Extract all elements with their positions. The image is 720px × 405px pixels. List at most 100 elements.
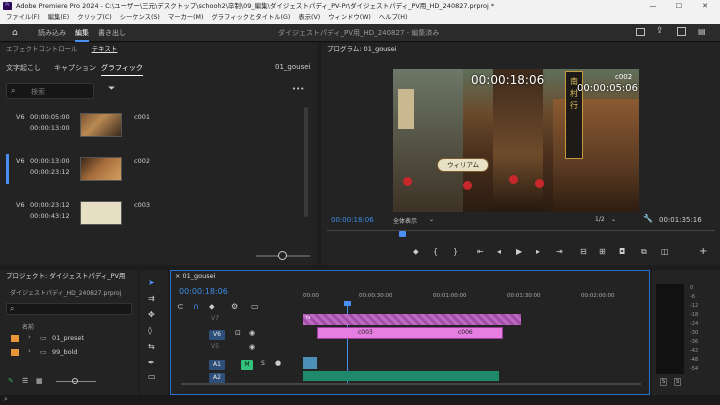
vr-icon[interactable]: ◫ — [661, 247, 669, 256]
subtab-graphics[interactable]: グラフィック — [101, 63, 143, 76]
progress-icon[interactable]: ▤ — [698, 27, 706, 36]
microphone-icon[interactable]: ● — [275, 359, 281, 367]
selection-tool-icon[interactable]: ➤ — [148, 278, 155, 287]
solo-button[interactable]: S — [261, 360, 265, 367]
slider-handle[interactable] — [72, 378, 78, 384]
subtab-transcript[interactable]: 文字起こし — [6, 63, 41, 73]
play-icon[interactable]: ▶ — [516, 247, 522, 256]
list-item[interactable]: V6 00:00:13:00 00:00:23:12 c002 — [0, 153, 300, 187]
tab-text[interactable]: テキスト — [92, 45, 118, 53]
column-name[interactable]: 名前 — [22, 322, 34, 331]
search-input[interactable]: ⌕ 検索 — [6, 83, 94, 99]
list-item[interactable]: › ▭ 01_preset — [6, 333, 126, 345]
home-icon[interactable]: ⌂ — [12, 28, 18, 38]
workspace-icon[interactable] — [636, 28, 645, 36]
step-forward-icon[interactable]: ▸ — [536, 247, 540, 256]
playhead[interactable] — [344, 301, 351, 306]
duration-timecode: 00:01:35:16 — [659, 216, 702, 224]
mute-button[interactable]: M — [241, 360, 253, 370]
menu-sequence[interactable]: シーケンス(S) — [120, 14, 160, 21]
menu-graphics[interactable]: グラフィックとタイトル(G) — [211, 14, 290, 21]
list-view-icon[interactable]: ☰ — [22, 377, 28, 385]
video-frame[interactable]: 南 村 行 ウィリアム 00:00:18:06 c002 00:00:05:06 — [393, 69, 639, 212]
share-icon[interactable]: ⇪ — [656, 26, 664, 36]
menu-view[interactable]: 表示(V) — [298, 14, 320, 21]
workspace-bar: ⌂ 読み込み 編集 書き出し ダイジェストパディ_PV用_HD_240827 -… — [0, 24, 720, 42]
tab-edit[interactable]: 編集 — [75, 24, 89, 42]
ripple-edit-icon[interactable]: ✥ — [148, 310, 155, 319]
mark-out-icon[interactable]: } — [453, 247, 458, 256]
icon-view-icon[interactable]: ▦ — [36, 377, 43, 385]
add-button-icon[interactable]: + — [699, 246, 707, 257]
menu-file[interactable]: ファイル(F) — [6, 14, 40, 21]
captions-icon[interactable]: ▭ — [251, 302, 259, 311]
camera-icon[interactable]: ◘ — [619, 247, 625, 256]
playhead-bar[interactable] — [327, 230, 715, 239]
minimize-button[interactable]: — — [642, 0, 664, 12]
list-item[interactable]: V6 00:00:05:00 00:00:13:00 c001 — [0, 109, 300, 143]
menu-marker[interactable]: マーカー(M) — [168, 14, 204, 21]
time-ruler[interactable]: 00:00 00:00:30:00 00:01:00:00 00:01:30:0… — [303, 289, 647, 305]
go-to-in-icon[interactable]: ⇤ — [477, 247, 484, 256]
menu-help[interactable]: ヘルプ(H) — [379, 14, 408, 21]
tab-import[interactable]: 読み込み — [38, 24, 66, 42]
marker-icon[interactable]: ⬥ — [209, 302, 215, 312]
graphic-clip-v7[interactable]: fx — [303, 314, 521, 325]
tab-effect-controls[interactable]: エフェクトコントロール — [6, 45, 78, 53]
list-item[interactable]: › ▭ 99_bold — [6, 347, 126, 359]
zoom-select[interactable]: 全体表示 — [393, 216, 417, 225]
scrollbar[interactable] — [304, 107, 308, 217]
chevron-down-icon[interactable]: ⌄ — [429, 216, 434, 223]
playhead[interactable] — [399, 231, 406, 237]
list-item[interactable]: V6 00:00:23:12 00:00:43:12 c003 — [0, 197, 300, 231]
add-marker-icon[interactable]: ⬥ — [413, 247, 419, 257]
audio-clip-a1[interactable] — [303, 357, 317, 369]
subtab-captions[interactable]: キャプション — [54, 63, 96, 73]
slip-tool-icon[interactable]: ⇆ — [148, 342, 155, 351]
sync-lock-icon[interactable]: ⊡ — [235, 329, 241, 337]
go-to-out-icon[interactable]: ⇥ — [556, 247, 563, 256]
step-back-icon[interactable]: ◂ — [497, 247, 501, 256]
extract-icon[interactable]: ⊞ — [599, 247, 606, 256]
menu-clip[interactable]: クリップ(C) — [77, 14, 112, 21]
timeline-tools: ⊂ ∩ ⬥ ⚙ ▭ — [175, 302, 299, 312]
pencil-icon[interactable]: ✎ — [8, 377, 14, 385]
timeline-timecode[interactable]: 00:00:18:06 — [179, 287, 228, 296]
status-icon[interactable]: ⌕ — [4, 395, 8, 404]
solo-right-button[interactable]: S — [674, 378, 682, 386]
lift-icon[interactable]: ⊟ — [580, 247, 587, 256]
slider-handle[interactable] — [278, 251, 287, 260]
track-select-icon[interactable]: ⇉ — [148, 294, 155, 303]
filter-icon[interactable]: ⏷ — [108, 84, 115, 94]
timeline-scrollbar[interactable] — [181, 383, 641, 385]
rectangle-tool-icon[interactable]: ▭ — [148, 372, 156, 381]
fullscreen-icon[interactable] — [677, 27, 686, 36]
razor-tool-icon[interactable]: ◊ — [148, 326, 152, 335]
eye-icon[interactable]: ◉ — [249, 329, 255, 337]
wrench-icon[interactable]: 🔧 — [643, 214, 653, 223]
compare-icon[interactable]: ⧉ — [641, 247, 647, 257]
tab-export[interactable]: 書き出し — [98, 24, 126, 42]
linked-selection-icon[interactable]: ∩ — [193, 302, 199, 311]
menu-window[interactable]: ウィンドウ(W) — [328, 14, 371, 21]
track-header-v6: V6 ⊡ ◉ — [175, 329, 305, 341]
graphic-clip-v6[interactable]: c003 c006 — [317, 327, 503, 339]
mark-in-icon[interactable]: { — [433, 247, 438, 256]
settings-wrench-icon[interactable]: ⚙ — [231, 302, 238, 311]
eye-icon[interactable]: ◉ — [249, 343, 255, 351]
menu-edit[interactable]: 編集(E) — [48, 14, 70, 21]
chevron-right-icon[interactable]: › — [28, 333, 31, 341]
close-button[interactable]: ✕ — [694, 0, 716, 12]
project-search-input[interactable]: ⌕ — [6, 303, 132, 315]
current-timecode[interactable]: 00:00:18:06 — [331, 216, 374, 224]
maximize-button[interactable]: ☐ — [668, 0, 690, 12]
resolution-select[interactable]: 1/2 — [595, 216, 605, 223]
timeline-tab[interactable]: × 01_gousei — [175, 272, 215, 280]
chevron-down-icon[interactable]: ⌄ — [611, 216, 616, 223]
more-options-button[interactable]: ••• — [292, 85, 304, 93]
chevron-right-icon[interactable]: › — [28, 347, 31, 355]
audio-clip-a2[interactable] — [303, 371, 499, 381]
snap-icon[interactable]: ⊂ — [177, 302, 184, 311]
pen-tool-icon[interactable]: ✒ — [148, 358, 155, 367]
solo-left-button[interactable]: S — [660, 378, 668, 386]
